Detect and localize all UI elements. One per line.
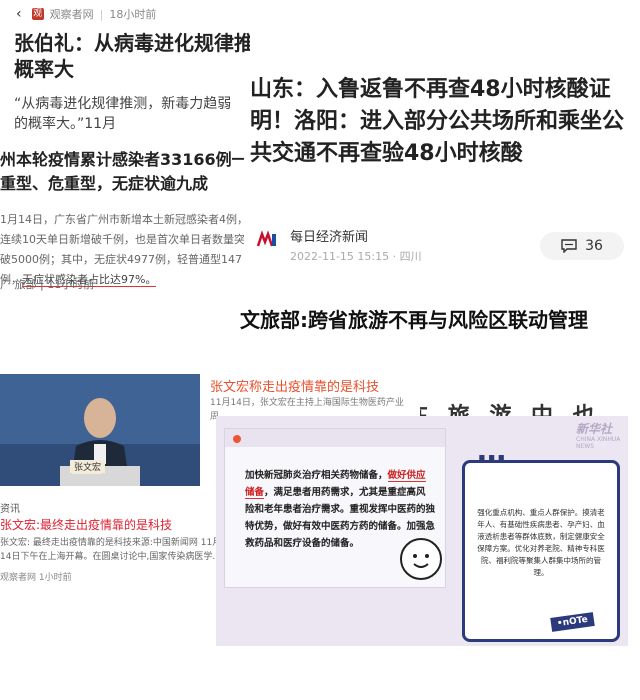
xinhua-watermark-sub: CHINA XINHUA NEWS <box>576 436 621 450</box>
article-footer: 观察者网 1小时前 <box>0 573 72 583</box>
back-arrow-icon[interactable]: ‹ <box>16 6 22 22</box>
headline-left-prefix: 张文宏: <box>0 518 41 532</box>
source-logo-icon <box>256 230 278 250</box>
headline-left[interactable]: 张文宏:最终走出疫情靠的是科技 <box>0 516 172 533</box>
category-label: 资讯 <box>0 504 20 515</box>
summary-left: 张文宏: 最终走出疫情靠的是科技来源:中国新闻网 11月14日下午在上海开幕。在… <box>0 538 222 562</box>
card-title-bar <box>225 429 445 447</box>
article-meta: ‹ 观 观察者网 | 18小时前 <box>16 6 157 22</box>
article-snippet: “从病毒进化规律推测，新毒力趋弱的概率大。”11月 <box>14 96 232 132</box>
cartoon-face-icon <box>400 538 442 580</box>
source-name[interactable]: 每日经济新闻 <box>290 226 368 245</box>
publish-time: 2022-11-15 15:15 · 四川 <box>290 250 422 263</box>
publish-time: 18小时前 <box>109 8 157 21</box>
xinhua-infographic: 新华社 CHINA XINHUA NEWS 加快新冠肺炎治疗相关药物储备，做好供… <box>216 416 628 646</box>
headline[interactable]: 张伯礼：从病毒进化规律推测，新冠毒力趋弱概率大 <box>14 30 250 82</box>
news-item-shandong[interactable]: 山东：入鲁返鲁不再查48小时核酸证明！洛阳：进入部分公共场所和乘坐公共交通不再查… <box>244 72 640 284</box>
red-dot-icon <box>233 435 241 443</box>
news-item-zhang-boli[interactable]: ‹ 观 观察者网 | 18小时前 张伯礼：从病毒进化规律推测，新冠毒力趋弱概率大… <box>0 0 250 140</box>
comment-button[interactable]: 36 <box>540 232 624 260</box>
comment-icon <box>561 239 577 253</box>
news-item-guangzhou[interactable]: 州本轮疫情累计感染者33166例一重型、危重型，无症状逾九成 1月14日，广东省… <box>0 140 250 296</box>
comment-count: 36 <box>585 238 603 254</box>
card-text-part2: ，满足患者用药需求，尤其是重症高风险和老年患者治疗需求。重视发挥中医药的独特优势… <box>245 487 436 549</box>
article-footer: 广 旅部 | 11小时前 <box>0 278 95 291</box>
headline[interactable]: 山东：入鲁返鲁不再查48小时核酸证明！洛阳：进入部分公共场所和乘坐公共交通不再查… <box>250 74 634 170</box>
headline[interactable]: 州本轮疫情累计感染者33166例一重型、危重型，无症状逾九成 <box>0 148 250 196</box>
headline-right[interactable]: 张文宏称走出疫情靠的是科技 <box>210 376 379 395</box>
card-text: 加快新冠肺炎治疗相关药物储备，做好供应储备，满足患者用药需求，尤其是重症高风险和… <box>245 467 435 552</box>
headline-left-red: 最终走出疫情靠的是科技 <box>40 518 173 532</box>
xinhua-watermark: 新华社 <box>576 422 613 436</box>
card-text-part1: 加快新冠肺炎治疗相关药物储备， <box>245 470 388 481</box>
news-thumbnail[interactable]: 张文宏 <box>0 374 200 486</box>
name-plate: 张文宏 <box>70 460 106 473</box>
note-text: 强化重点机构、重点人群保护。摸清老年人、有基础性疾病患者、孕产妇、血液透析患者等… <box>477 508 605 577</box>
note-badge: •nOTe <box>550 612 595 632</box>
note-card: 强化重点机构、重点人群保护。摸清老年人、有基础性疾病患者、孕产妇、血液透析患者等… <box>462 460 620 642</box>
news-item-wenlv[interactable]: 文旅部:跨省旅游不再与风险区联动管理 <box>236 300 640 356</box>
source-name[interactable]: 观察者网 <box>50 6 94 22</box>
source-logo-icon: 观 <box>31 8 44 20</box>
headline[interactable]: 文旅部:跨省旅游不再与风险区联动管理 <box>240 306 640 334</box>
